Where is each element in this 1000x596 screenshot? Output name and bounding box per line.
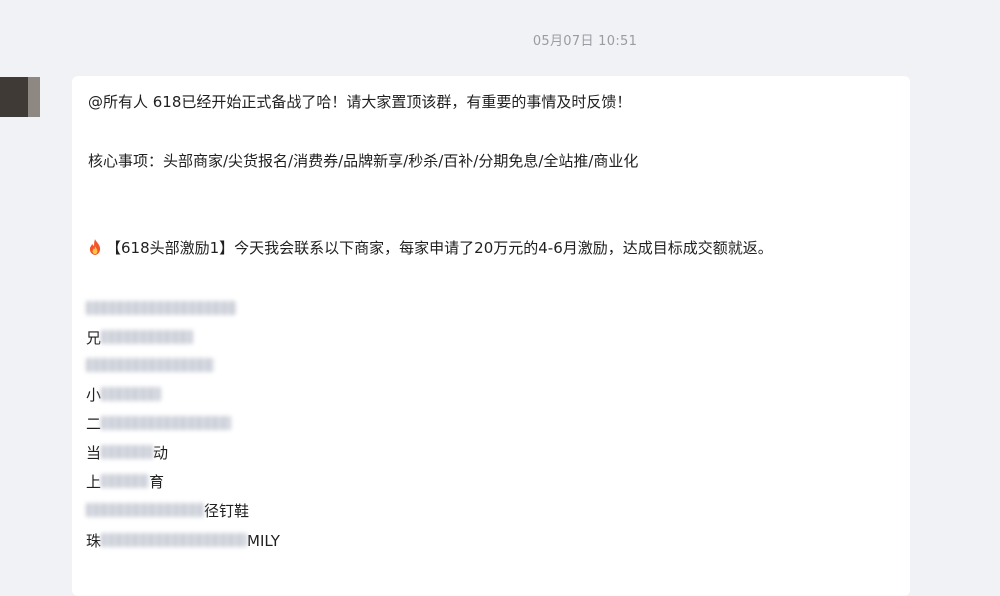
merchant-list-item: 珠 MILY (86, 530, 280, 552)
redacted-text (86, 301, 236, 315)
redacted-text (101, 330, 194, 344)
merchant-list-item (86, 355, 214, 377)
merchant-list-item: 上育 (86, 471, 164, 493)
redacted-text (101, 474, 150, 488)
sender-avatar[interactable] (0, 77, 40, 117)
fire-icon (86, 238, 104, 256)
redacted-text (86, 503, 204, 517)
merchant-list-item: 径钉鞋 (86, 500, 249, 522)
merchant-prefix: 兄 (86, 329, 102, 347)
merchant-list-item (86, 298, 236, 320)
merchant-list-item: 小 (86, 384, 162, 406)
merchant-prefix: 珠 (86, 532, 102, 550)
redacted-text (101, 416, 232, 430)
message-timestamp: 05月07日 10:51 (532, 34, 638, 49)
redacted-text (101, 387, 162, 401)
merchant-prefix: 二 (86, 415, 102, 433)
merchant-suffix: 育 (149, 473, 165, 491)
merchant-list-item: 二 (86, 413, 232, 435)
merchant-list-item: 当动 (86, 442, 168, 464)
redacted-text (101, 533, 248, 547)
redacted-text (101, 445, 154, 459)
message-line-core-items: 核心事项：头部商家/尖货报名/消费券/品牌新享/秒杀/百补/分期免息/全站推/商… (88, 152, 639, 170)
merchant-suffix: 径钉鞋 (204, 502, 250, 520)
merchant-suffix: 动 (153, 444, 169, 462)
message-line-incentive: 【618头部激励1】今天我会联系以下商家，每家申请了20万元的4-6月激励，达成… (86, 238, 773, 258)
merchant-prefix: 上 (86, 473, 102, 491)
merchant-prefix: 小 (86, 386, 102, 404)
redacted-text (86, 358, 214, 372)
merchant-suffix: MILY (247, 532, 280, 550)
merchant-list-item: 兄 (86, 327, 194, 349)
merchant-prefix: 当 (86, 444, 102, 462)
incentive-text: 【618头部激励1】今天我会联系以下商家，每家申请了20万元的4-6月激励，达成… (106, 239, 773, 257)
message-line-mention: @所有人 618已经开始正式备战了哈！请大家置顶该群，有重要的事情及时反馈！ (88, 93, 632, 111)
